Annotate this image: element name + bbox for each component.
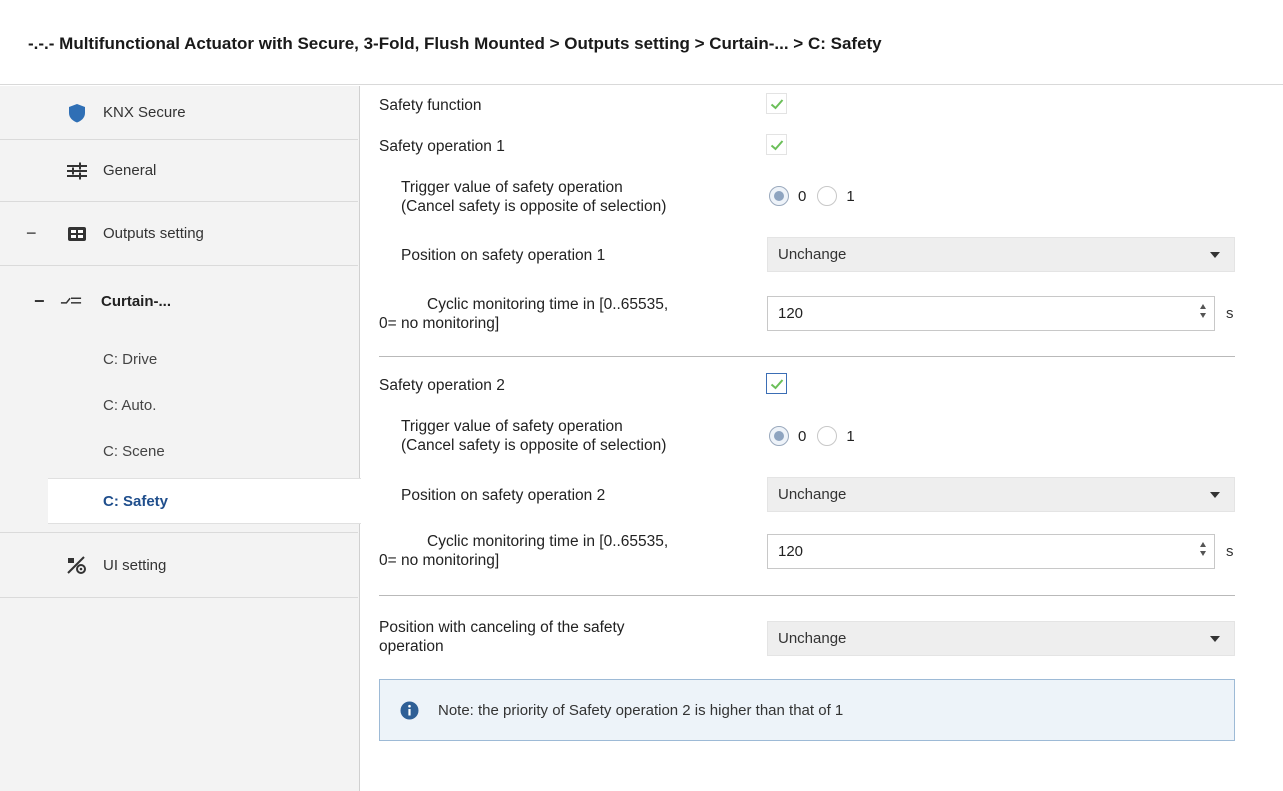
spin-value: 120	[778, 305, 804, 322]
select-value: Unchange	[778, 486, 847, 503]
sidebar-item-label: UI setting	[103, 556, 167, 574]
radio-label: 1	[846, 427, 855, 445]
op1-unit-label: s	[1226, 305, 1234, 322]
sidebar-item-label: General	[103, 162, 157, 179]
radio-label: 0	[798, 427, 807, 445]
spin-arrows[interactable]	[1200, 542, 1206, 556]
op2-cyclic-label-line2: 0= no monitoring]	[379, 552, 500, 569]
sidebar-item-label: Curtain-...	[101, 292, 171, 310]
sidebar-item-label: Outputs setting	[103, 225, 204, 242]
op2-cyclic-label-line1: Cyclic monitoring time in [0..65535,	[427, 533, 669, 550]
sliders-icon	[66, 160, 88, 182]
op2-trigger-label-line2: (Cancel safety is opposite of selection)	[401, 437, 667, 454]
spin-down-icon[interactable]	[1200, 551, 1206, 556]
spin-arrows[interactable]	[1200, 304, 1206, 318]
safety-op1-label: Safety operation 1	[379, 138, 505, 155]
op1-position-label: Position on safety operation 1	[401, 247, 606, 264]
op1-trigger-radio-group: 0 1	[769, 186, 866, 206]
sidebar-item-label: KNX Secure	[103, 104, 186, 121]
divider	[379, 356, 1235, 357]
sidebar-item-c-auto[interactable]: C: Auto.	[48, 382, 358, 428]
op1-trigger-radio-0[interactable]	[769, 186, 789, 206]
op1-cyclic-time-input[interactable]: 120	[767, 296, 1215, 331]
op2-trigger-radio-group: 0 1	[769, 426, 866, 446]
sidebar-item-c-safety[interactable]: C: Safety	[48, 478, 361, 524]
op2-position-label: Position on safety operation 2	[401, 487, 606, 504]
shield-icon	[66, 102, 88, 124]
spin-value: 120	[778, 543, 804, 560]
select-value: Unchange	[778, 630, 847, 647]
settings-panel: Safety function Safety operation 1 Trigg…	[361, 86, 1283, 791]
note-text: Note: the priority of Safety operation 2…	[438, 701, 844, 719]
op2-trigger-radio-1[interactable]	[817, 426, 838, 446]
sidebar-subitem-label: C: Safety	[103, 492, 169, 510]
cancel-position-select[interactable]: Unchange	[767, 621, 1235, 656]
radio-label: 0	[798, 187, 807, 205]
op2-cyclic-time-input[interactable]: 120	[767, 534, 1215, 569]
op2-position-select[interactable]: Unchange	[767, 477, 1235, 512]
spin-up-icon[interactable]	[1200, 542, 1206, 547]
op1-position-select[interactable]: Unchange	[767, 237, 1235, 272]
sidebar-item-c-drive[interactable]: C: Drive	[48, 336, 358, 382]
chevron-down-icon	[1210, 492, 1220, 498]
divider	[379, 595, 1235, 596]
checkmark-icon	[770, 98, 783, 109]
radio-label: 1	[846, 187, 855, 205]
info-icon	[400, 701, 419, 725]
sidebar-item-curtain[interactable]: − Curtain-...	[0, 266, 358, 336]
outputs-icon	[66, 223, 88, 245]
breadcrumb-text: -.-.- Multifunctional Actuator with Secu…	[28, 34, 882, 53]
op1-trigger-radio-1[interactable]	[817, 186, 838, 206]
op1-cyclic-label-line1: Cyclic monitoring time in [0..65535,	[427, 296, 669, 313]
op1-cyclic-label-line2: 0= no monitoring]	[379, 315, 500, 332]
op2-trigger-radio-0[interactable]	[769, 426, 789, 446]
cancel-position-label-line1: Position with canceling of the safety	[379, 619, 625, 636]
priority-note: Note: the priority of Safety operation 2…	[379, 679, 1235, 741]
sidebar-item-ui-setting[interactable]: UI setting	[0, 532, 358, 598]
sidebar-subitem-label: C: Drive	[103, 350, 158, 368]
sidebar-item-general[interactable]: General	[0, 140, 358, 202]
sidebar-item-knx-secure[interactable]: KNX Secure	[0, 86, 358, 140]
collapse-expander[interactable]: −	[34, 291, 45, 312]
sidebar: KNX Secure General − Outputs setting − C…	[0, 86, 361, 791]
sidebar-item-outputs-setting[interactable]: − Outputs setting	[0, 202, 358, 266]
safety-op2-label: Safety operation 2	[379, 377, 505, 394]
collapse-expander[interactable]: −	[26, 223, 37, 244]
safety-function-checkbox[interactable]	[766, 93, 787, 114]
op2-unit-label: s	[1226, 543, 1234, 560]
sidebar-item-c-scene[interactable]: C: Scene	[48, 428, 358, 474]
breadcrumb: -.-.- Multifunctional Actuator with Secu…	[0, 0, 1283, 85]
spin-up-icon[interactable]	[1200, 304, 1206, 309]
sidebar-subitem-label: C: Auto.	[103, 396, 157, 414]
select-value: Unchange	[778, 246, 847, 263]
safety-function-label: Safety function	[379, 97, 482, 114]
op1-trigger-label-line2: (Cancel safety is opposite of selection)	[401, 198, 667, 215]
op2-trigger-label-line1: Trigger value of safety operation	[401, 418, 623, 435]
op1-trigger-label-line1: Trigger value of safety operation	[401, 179, 623, 196]
safety-op2-checkbox[interactable]	[766, 373, 787, 394]
chevron-down-icon	[1210, 636, 1220, 642]
safety-op1-checkbox[interactable]	[766, 134, 787, 155]
spin-down-icon[interactable]	[1200, 313, 1206, 318]
ui-setting-icon	[66, 554, 88, 576]
chevron-down-icon	[1210, 252, 1220, 258]
cancel-position-label-line2: operation	[379, 638, 444, 655]
checkmark-icon	[770, 378, 783, 389]
checkmark-icon	[770, 139, 783, 150]
curtain-icon	[60, 290, 82, 312]
sidebar-subitem-label: C: Scene	[103, 442, 165, 460]
